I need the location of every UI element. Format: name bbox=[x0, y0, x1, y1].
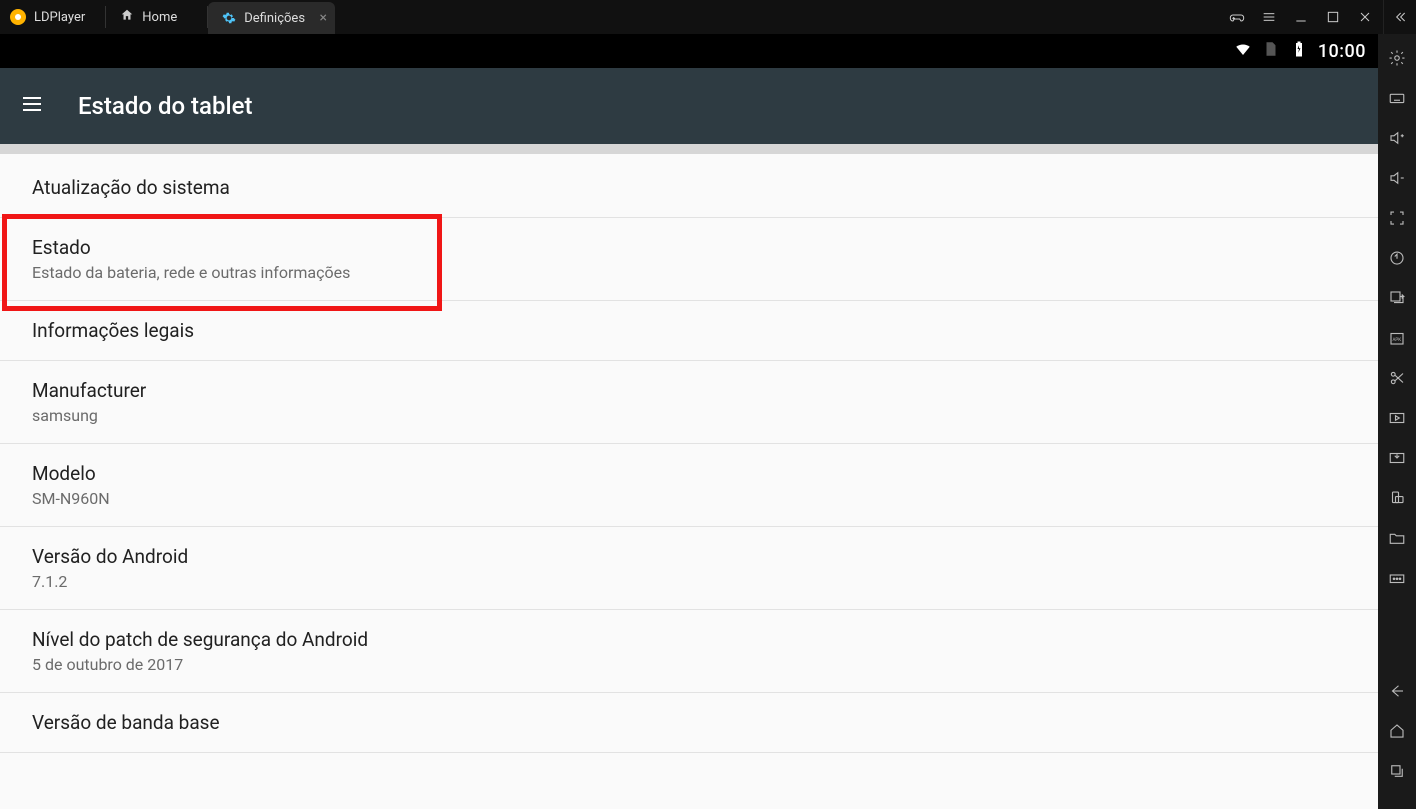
scissors-icon[interactable] bbox=[1387, 368, 1407, 388]
volume-down-icon[interactable] bbox=[1387, 168, 1407, 188]
keyboard-icon[interactable] bbox=[1387, 88, 1407, 108]
battery-icon bbox=[1290, 40, 1308, 62]
tab-home-label: Home bbox=[142, 10, 177, 25]
settings-item[interactable]: Versão do Android 7.1.2 bbox=[0, 527, 1378, 610]
settings-item[interactable]: Manufacturer samsung bbox=[0, 361, 1378, 444]
emulator-title-bar: LDPlayer Home Definições × bbox=[0, 0, 1416, 34]
tab-settings-label: Definições bbox=[244, 11, 305, 26]
tab-settings[interactable]: Definições × bbox=[208, 2, 335, 34]
volume-up-icon[interactable] bbox=[1387, 128, 1407, 148]
collapse-toolbar-button[interactable] bbox=[1383, 0, 1416, 34]
android-home-icon[interactable] bbox=[1387, 721, 1407, 741]
settings-gear-icon[interactable] bbox=[1387, 48, 1407, 68]
svg-text:APK: APK bbox=[1393, 337, 1402, 343]
ldplayer-logo-icon bbox=[10, 9, 26, 25]
shared-folder-icon[interactable] bbox=[1387, 528, 1407, 548]
settings-item-subtitle: Estado da bateria, rede e outras informa… bbox=[32, 263, 1346, 282]
settings-item[interactable]: Atualização do sistema bbox=[0, 154, 1378, 218]
settings-toolbar: Estado do tablet bbox=[0, 68, 1378, 144]
settings-item[interactable]: Modelo SM-N960N bbox=[0, 444, 1378, 527]
close-icon[interactable]: × bbox=[320, 10, 327, 26]
close-window-icon[interactable] bbox=[1357, 9, 1373, 25]
settings-item-title: Informações legais bbox=[32, 319, 1346, 342]
settings-item-title: Versão de banda base bbox=[32, 711, 1346, 734]
gear-icon bbox=[222, 11, 236, 25]
settings-item-title: Estado bbox=[32, 236, 1346, 259]
maximize-icon[interactable] bbox=[1325, 9, 1341, 25]
record-icon[interactable] bbox=[1387, 408, 1407, 428]
settings-item-title: Manufacturer bbox=[32, 379, 1346, 402]
page-title: Estado do tablet bbox=[78, 92, 252, 120]
emulator-side-toolbar: APK bbox=[1378, 34, 1416, 809]
android-recents-icon[interactable] bbox=[1387, 761, 1407, 781]
android-back-icon[interactable] bbox=[1387, 681, 1407, 701]
settings-item-subtitle: SM-N960N bbox=[32, 489, 1346, 508]
status-time: 10:00 bbox=[1318, 41, 1366, 62]
menu-icon[interactable] bbox=[1261, 9, 1277, 25]
screenshot-icon[interactable] bbox=[1387, 448, 1407, 468]
android-screen: 10:00 Estado do tablet Atualização do si… bbox=[0, 34, 1378, 809]
rotate-icon[interactable] bbox=[1387, 488, 1407, 508]
settings-item[interactable]: Nível do patch de segurança do Android 5 … bbox=[0, 610, 1378, 693]
settings-item-title: Atualização do sistema bbox=[32, 176, 1346, 199]
settings-item[interactable]: Versão de banda base bbox=[0, 693, 1378, 753]
window-controls bbox=[1219, 0, 1383, 34]
settings-item-title: Modelo bbox=[32, 462, 1346, 485]
header-divider bbox=[0, 144, 1378, 154]
hamburger-icon[interactable] bbox=[20, 92, 44, 120]
home-icon bbox=[120, 8, 134, 26]
settings-item-title: Nível do patch de segurança do Android bbox=[32, 628, 1346, 651]
more-icon[interactable] bbox=[1387, 568, 1407, 588]
fullscreen-icon[interactable] bbox=[1387, 208, 1407, 228]
settings-item[interactable]: Estado Estado da bateria, rede e outras i… bbox=[0, 218, 1378, 301]
sync-icon[interactable] bbox=[1387, 248, 1407, 268]
gamepad-icon[interactable] bbox=[1229, 9, 1245, 25]
app-brand: LDPlayer bbox=[0, 0, 105, 34]
wifi-icon bbox=[1234, 40, 1252, 62]
multi-instance-icon[interactable] bbox=[1387, 288, 1407, 308]
apk-install-icon[interactable]: APK bbox=[1387, 328, 1407, 348]
android-status-bar: 10:00 bbox=[0, 34, 1378, 68]
minimize-icon[interactable] bbox=[1293, 9, 1309, 25]
sim-icon bbox=[1262, 40, 1280, 62]
settings-item-subtitle: 7.1.2 bbox=[32, 572, 1346, 591]
settings-list[interactable]: Atualização do sistema Estado Estado da ba… bbox=[0, 154, 1378, 809]
settings-item-subtitle: samsung bbox=[32, 406, 1346, 425]
tab-home[interactable]: Home bbox=[106, 0, 207, 34]
app-name-label: LDPlayer bbox=[34, 10, 85, 25]
settings-item-title: Versão do Android bbox=[32, 545, 1346, 568]
settings-item-subtitle: 5 de outubro de 2017 bbox=[32, 655, 1346, 674]
settings-item[interactable]: Informações legais bbox=[0, 301, 1378, 361]
